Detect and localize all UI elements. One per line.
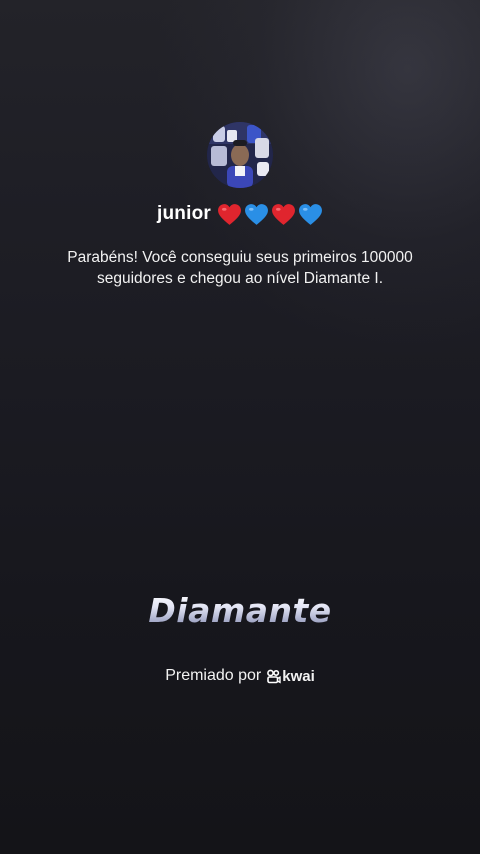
- awarded-by-row: Premiado por kwai: [0, 664, 480, 688]
- avatar-photo: [207, 122, 273, 188]
- congratulations-message: Parabéns! Você conseguiu seus primeiros …: [67, 249, 413, 287]
- username-row: junior: [0, 199, 480, 229]
- kwai-logo: kwai: [266, 668, 315, 685]
- kwai-brand-text: kwai: [282, 667, 315, 685]
- heart-emojis: [217, 203, 323, 226]
- achievement-screen: junior Parabéns! Você conseguiu seus pri…: [0, 0, 480, 854]
- red-heart-icon: [271, 203, 296, 226]
- red-heart-icon: [217, 203, 242, 226]
- username: junior: [157, 203, 211, 224]
- awarded-by-label: Premiado por: [165, 667, 262, 684]
- badge-level-title: Diamante: [0, 591, 480, 630]
- avatar[interactable]: [207, 122, 273, 188]
- blue-heart-icon: [298, 203, 323, 226]
- blue-heart-icon: [244, 203, 269, 226]
- kwai-logo-icon: [267, 669, 281, 683]
